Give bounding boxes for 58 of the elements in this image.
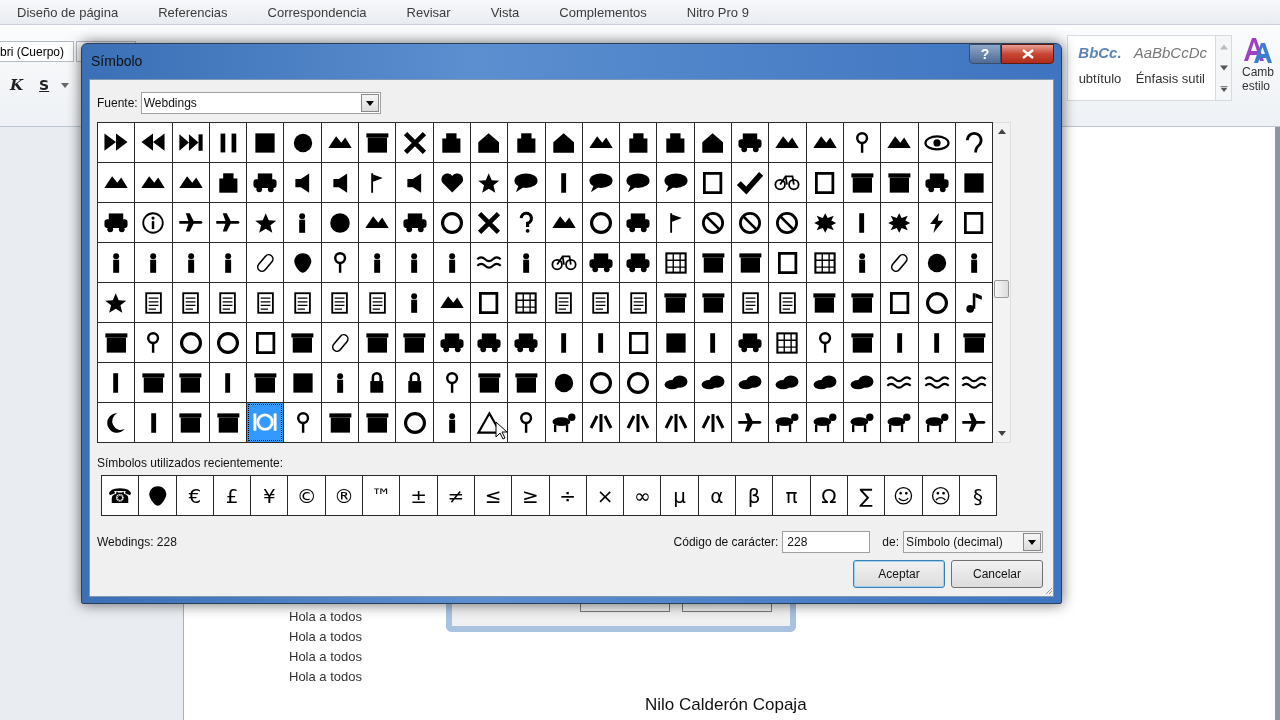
recent-symbol[interactable]: ¥ [251,476,288,515]
ribbon-tab[interactable]: Revisar [406,4,451,20]
style-preview[interactable]: AaBbCcDc [1133,44,1207,61]
document-text: Hola a todos [289,668,363,686]
document-text: Hola a todos [289,648,363,666]
character-code-field[interactable]: 228 [782,531,871,553]
recent-symbol[interactable]: € [176,476,213,515]
recent-symbol[interactable]: £ [213,476,251,515]
ribbon-tab[interactable]: Correspondencia [267,4,367,20]
recent-symbol[interactable]: ∑ [847,476,885,515]
recent-symbol[interactable]: ∞ [624,476,661,515]
field-label: Código de carácter: [673,535,779,549]
field-label: de: [882,535,899,549]
document-text: Nilo Calderón Copaja [645,695,808,715]
recent-symbol[interactable]: ≠ [437,476,474,515]
ribbon-tab[interactable]: Referencias [158,4,228,20]
dropdown-value: Símbolo (decimal) [906,535,1003,549]
dropdown-value: Webdings [143,96,197,110]
field-label: Fuente: [97,96,138,110]
ribbon-tab[interactable]: Diseño de página [17,4,119,20]
button-label[interactable]: Camb [1242,65,1274,79]
recent-symbol[interactable]: π [773,476,810,515]
style-name[interactable]: ubtítulo [1078,71,1122,86]
section-label: Símbolos utilizados recientemente: [97,456,285,470]
dialog-button[interactable]: Cancelar [951,560,1043,588]
document-text: Hola a todos [289,608,363,626]
recent-symbol[interactable]: ☹ [922,476,959,515]
recent-symbol[interactable]: ± [400,476,437,515]
status-text: Webdings: 228 [97,535,177,549]
recent-symbol[interactable]: α [698,476,736,515]
underline-button[interactable]: S [35,75,54,95]
ribbon-tab[interactable]: Complementos [559,4,647,20]
ribbon-tab[interactable]: Nitro Pro 9 [686,4,749,20]
recent-symbol[interactable]: ☺ [885,476,922,515]
recent-symbol[interactable]: ® [325,476,363,515]
recent-symbol[interactable]: µ [661,476,698,515]
encoding-dropdown[interactable]: Símbolo (decimal) [903,531,1043,553]
document-text: Hola a todos [289,628,363,646]
window-title: Símbolo [91,53,143,69]
recent-symbol[interactable]: © [288,476,325,515]
recent-symbol[interactable]: ≤ [474,476,512,515]
button-label[interactable]: estilo [1242,79,1270,93]
italic-button[interactable]: K [6,74,28,96]
font-name-field[interactable]: bri (Cuerpo) [0,41,74,62]
dialog-button[interactable]: Aceptar [853,560,945,588]
recent-symbol[interactable]: ™ [363,476,400,515]
font-dropdown[interactable]: Webdings [140,92,381,114]
recent-symbol[interactable]: × [586,476,624,515]
recent-symbol[interactable]: Ω [810,476,847,515]
ribbon-tab[interactable]: Vista [490,4,520,20]
recent-symbol[interactable]: β [736,476,773,515]
recent-symbol[interactable]: ☎ [102,476,139,515]
recent-symbol[interactable]: § [959,476,997,515]
style-preview[interactable]: BbCc. [1078,44,1122,61]
style-name[interactable]: Énfasis sutil [1135,71,1205,86]
recent-symbol[interactable]: ÷ [549,476,586,515]
change-styles-button[interactable]: Camb estilo [1232,35,1280,93]
recent-symbol[interactable]: ≥ [512,476,549,515]
